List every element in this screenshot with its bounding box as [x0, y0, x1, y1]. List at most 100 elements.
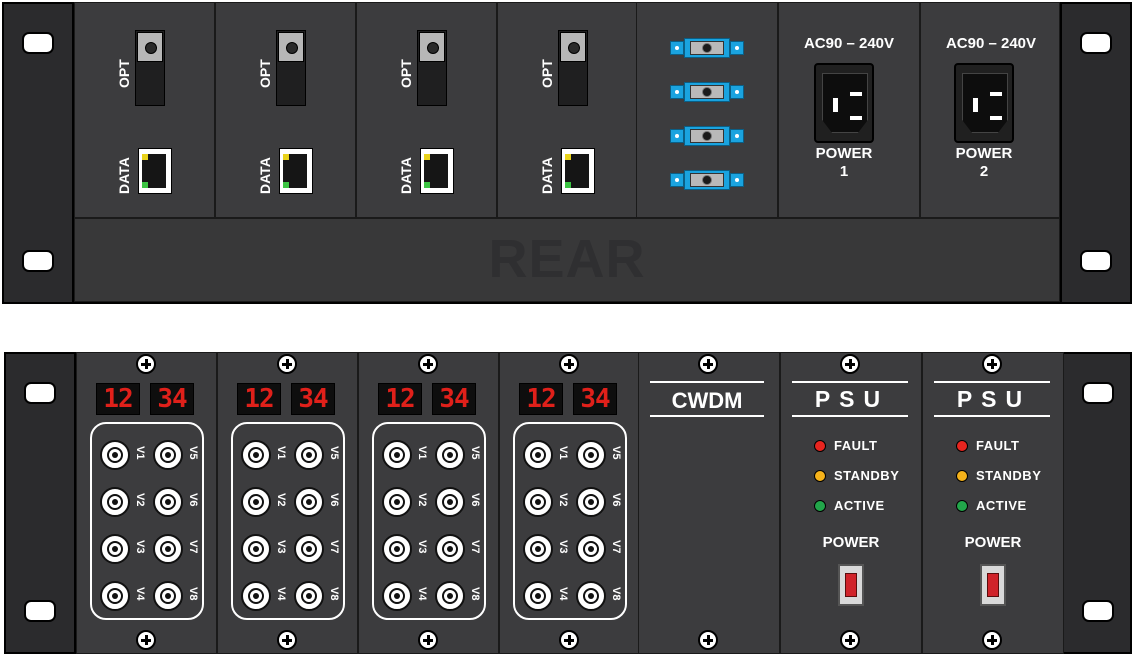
channel-label: V3 [416, 540, 428, 554]
bnc-connector[interactable] [382, 581, 412, 611]
bnc-connector[interactable] [294, 581, 324, 611]
led-fault-label: FAULT [976, 438, 1020, 453]
channel-label: V5 [610, 446, 622, 460]
segment-display-left: 12 [96, 383, 140, 415]
channel-label: V8 [610, 587, 622, 601]
opt-label: OPT [398, 59, 414, 88]
optical-port[interactable] [135, 30, 165, 106]
psu-rule [934, 415, 1050, 417]
bnc-connector[interactable] [241, 581, 271, 611]
power-rocker-switch[interactable] [838, 564, 864, 606]
led-active-label: ACTIVE [976, 498, 1027, 513]
optical-port[interactable] [276, 30, 306, 106]
fc-fiber-connector[interactable] [670, 38, 744, 58]
fc-ferrule [690, 85, 724, 99]
bnc-connector[interactable] [435, 440, 465, 470]
rack-mount-hole [1082, 600, 1114, 622]
bnc-connector[interactable] [523, 487, 553, 517]
panel-screw [559, 630, 579, 650]
optical-port[interactable] [417, 30, 447, 106]
opt-label: OPT [257, 59, 273, 88]
bnc-connector[interactable] [153, 440, 183, 470]
channel-label: V4 [275, 587, 287, 601]
front-left-rack-ear [4, 352, 76, 654]
bnc-connector[interactable] [435, 534, 465, 564]
bnc-connector[interactable] [576, 440, 606, 470]
bnc-connector[interactable] [153, 581, 183, 611]
led-standby-label: STANDBY [834, 468, 900, 483]
power-inlet-number-1: 1 [839, 163, 849, 180]
panel-screw [277, 354, 297, 374]
channel-label: V2 [275, 493, 287, 507]
channel-label: V5 [187, 446, 199, 460]
power-inlet-1[interactable] [814, 63, 874, 143]
bnc-connector[interactable] [241, 440, 271, 470]
rj45-data-port[interactable] [138, 148, 172, 194]
optical-port-core [145, 42, 157, 54]
bnc-connector[interactable] [523, 534, 553, 564]
channel-label: V6 [328, 493, 340, 507]
bnc-connector[interactable] [100, 440, 130, 470]
segment-display-left: 12 [519, 383, 563, 415]
channel-label: V1 [557, 446, 569, 460]
optical-port-head [419, 32, 445, 62]
bnc-connector[interactable] [294, 534, 324, 564]
front-panel: 12 34 V1 V5 V2 V6 V3 V7 V4 V8 12 34 V1 V5 V2 V6 V3 V7 V4 V8… [0, 350, 1134, 656]
bnc-connector[interactable] [523, 581, 553, 611]
power-inlet-2[interactable] [954, 63, 1014, 143]
bnc-connector[interactable] [153, 534, 183, 564]
bnc-connector[interactable] [576, 534, 606, 564]
bnc-connector[interactable] [382, 534, 412, 564]
bnc-connector[interactable] [435, 487, 465, 517]
fc-fiber-connector[interactable] [670, 126, 744, 146]
port-led-green [283, 182, 289, 188]
fc-fiber-connector[interactable] [670, 82, 744, 102]
power-voltage-label-2: AC90 – 240V [945, 35, 1037, 52]
bnc-connector[interactable] [576, 487, 606, 517]
panel-screw [277, 630, 297, 650]
opt-label: OPT [539, 59, 555, 88]
panel-screw [418, 630, 438, 650]
led-fault-label: FAULT [834, 438, 878, 453]
bnc-connector[interactable] [100, 487, 130, 517]
channel-label: V5 [469, 446, 481, 460]
rear-label: REAR [488, 229, 646, 289]
channel-label: V2 [134, 493, 146, 507]
channel-label: V8 [328, 587, 340, 601]
power-voltage-label-1: AC90 – 240V [803, 35, 895, 52]
rack-mount-hole [24, 600, 56, 622]
bnc-connector[interactable] [100, 581, 130, 611]
bnc-connector[interactable] [523, 440, 553, 470]
bnc-connector[interactable] [294, 487, 324, 517]
channel-label: V2 [557, 493, 569, 507]
rj45-data-port[interactable] [279, 148, 313, 194]
fc-body [684, 38, 730, 58]
bnc-connector[interactable] [435, 581, 465, 611]
power-rocker-switch[interactable] [980, 564, 1006, 606]
bnc-connector[interactable] [382, 487, 412, 517]
bnc-connector[interactable] [100, 534, 130, 564]
bnc-connector[interactable] [241, 534, 271, 564]
bnc-connector[interactable] [382, 440, 412, 470]
channel-label: V8 [469, 587, 481, 601]
segment-display-right: 34 [291, 383, 335, 415]
channel-label: V2 [416, 493, 428, 507]
channel-label: V4 [416, 587, 428, 601]
rj45-data-port[interactable] [420, 148, 454, 194]
rj45-data-port[interactable] [561, 148, 595, 194]
panel-screw [136, 630, 156, 650]
fc-ferrule [690, 41, 724, 55]
optical-port[interactable] [558, 30, 588, 106]
led-active-label: ACTIVE [834, 498, 885, 513]
rear-right-rack-ear [1060, 2, 1132, 304]
bnc-connector[interactable] [576, 581, 606, 611]
fc-flange-left [670, 173, 684, 187]
channel-label: V3 [275, 540, 287, 554]
bnc-connector[interactable] [153, 487, 183, 517]
optical-port-head [560, 32, 586, 62]
bnc-connector[interactable] [241, 487, 271, 517]
data-label: DATA [539, 157, 555, 194]
panel-screw [982, 630, 1002, 650]
bnc-connector[interactable] [294, 440, 324, 470]
fc-fiber-connector[interactable] [670, 170, 744, 190]
